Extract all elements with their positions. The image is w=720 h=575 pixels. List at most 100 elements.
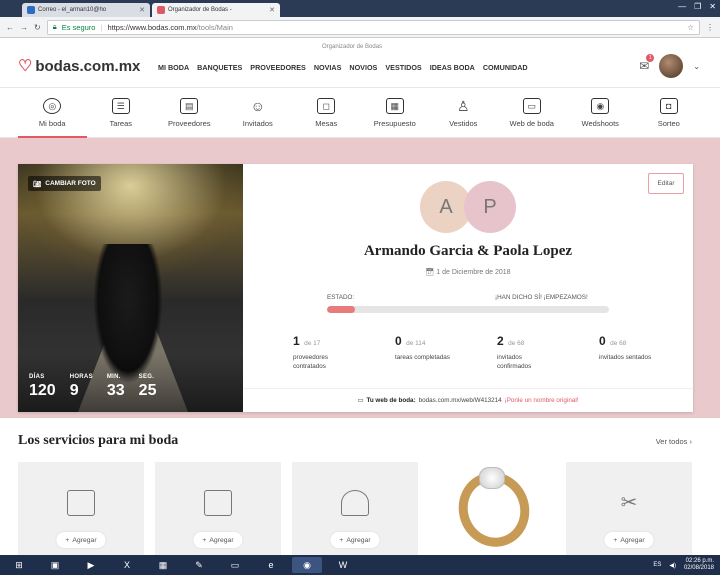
web-icon: ▭ — [522, 98, 541, 114]
nav-item-ideas-boda[interactable]: IDEAS BODA — [430, 63, 475, 72]
close-window-icon[interactable]: ✕ — [709, 2, 716, 11]
browser-tab-bodas[interactable]: Organizador de Bodas - ✕ — [152, 3, 280, 17]
edit-button[interactable]: Editar — [648, 173, 684, 194]
forward-icon[interactable]: → — [20, 23, 28, 32]
word-icon[interactable]: W — [328, 557, 358, 573]
notepad-icon[interactable]: ✎ — [184, 557, 214, 573]
stats-row: 1 de 17 proveedores contratados 0 de 114 t… — [293, 332, 701, 371]
tool-proveedores[interactable]: ▤ Proveedores — [155, 88, 224, 138]
gift-card-icon: ◘ — [659, 98, 678, 114]
nav-item-novios[interactable]: NOVIOS — [349, 63, 377, 72]
maximize-icon[interactable]: ❐ — [694, 2, 701, 11]
stat-total: de 17 — [304, 340, 321, 347]
plus-icon: + — [202, 536, 207, 544]
clock[interactable]: 02:26 p.m. 02/08/2018 — [684, 558, 714, 572]
back-icon[interactable]: ← — [6, 23, 14, 32]
wedding-info: Editar A P Armando Garcia & Paola Lopez … — [243, 164, 693, 412]
tool-vestidos[interactable]: ♙ Vestidos — [429, 88, 498, 138]
nav-item-banquetes[interactable]: BANQUETES — [197, 63, 242, 72]
menu-icon[interactable]: ⋮ — [706, 23, 714, 32]
nav-item-mi-boda[interactable]: MI BODA — [158, 63, 189, 72]
status-label: ESTADO: — [327, 294, 355, 301]
tool-mesas[interactable]: ◻ Mesas — [292, 88, 361, 138]
stat-confirmados[interactable]: 2 de 68 invitados confirmados — [497, 332, 599, 371]
envelope-icon[interactable]: ✉ 1 — [639, 54, 655, 73]
stat-sentados[interactable]: 0 de 68 invitados sentados — [599, 332, 701, 371]
volume-icon[interactable]: ◀) — [669, 562, 676, 569]
header-actions: ✉ 1 ⌄ — [639, 54, 700, 78]
explorer-icon[interactable]: ▣ — [40, 557, 70, 573]
stat-label: invitados confirmados — [497, 354, 532, 370]
media-icon[interactable]: ▶ — [76, 557, 106, 573]
tool-wedshoots[interactable]: ◉ Wedshoots — [566, 88, 635, 138]
tool-label: Presupuesto — [373, 119, 416, 128]
start-icon[interactable]: ⊞ — [4, 557, 34, 573]
system-tray: ES ◀) 02:26 p.m. 02/08/2018 — [653, 558, 720, 572]
tool-sorteo[interactable]: ◘ Sorteo — [635, 88, 704, 138]
countdown-value: 120 — [29, 382, 56, 399]
tool-label: Tareas — [109, 119, 132, 128]
status-text: ¡HAN DICHO SÍ! ¡EMPEZAMOS! — [495, 294, 588, 301]
minimize-icon[interactable]: — — [678, 2, 686, 11]
browser-tabstrip: Correo - el_arman10@ho ✕ Organizador de … — [0, 0, 720, 17]
services-row: + Agregar + Agregar + Agregar ✂ + Agregar — [18, 462, 692, 557]
service-card-tools[interactable]: ✂ + Agregar — [566, 462, 692, 555]
nav-item-novias[interactable]: NOVIAS — [314, 63, 342, 72]
countdown-hours: HORAS 9 — [70, 374, 93, 400]
browser-tab-mail[interactable]: Correo - el_arman10@ho ✕ — [22, 3, 150, 17]
language-indicator[interactable]: ES — [653, 562, 661, 568]
lock-icon: 🔒︎ — [52, 22, 57, 31]
avatar[interactable] — [659, 54, 684, 78]
close-icon[interactable]: ✕ — [269, 6, 275, 14]
logo-text: bodas.com.mx — [35, 57, 141, 75]
url-input[interactable]: 🔒︎ Es seguro | https://www.bodas.com.mx /… — [46, 19, 700, 35]
add-button[interactable]: + Agregar — [193, 532, 243, 548]
service-card-rings[interactable] — [429, 462, 555, 557]
tool-mi-boda[interactable]: ◎ Mi boda — [18, 88, 87, 138]
see-all-link[interactable]: Ver todos › — [656, 437, 692, 446]
add-button[interactable]: + Agregar — [56, 532, 106, 548]
add-button[interactable]: + Agregar — [604, 532, 654, 548]
tab-label: Correo - el_arman10@ho — [38, 7, 107, 13]
web-url[interactable]: bodas.com.mx/web/W413214 — [419, 397, 502, 404]
stat-total: de 68 — [508, 340, 525, 347]
stat-number: 0 — [395, 334, 402, 348]
tool-tareas[interactable]: ☰ Tareas — [87, 88, 156, 138]
wedding-web-row: ▭ Tu web de boda: bodas.com.mx/web/W4132… — [243, 388, 693, 412]
chevron-down-icon[interactable]: ⌄ — [693, 62, 700, 71]
excel-icon[interactable]: X — [112, 557, 142, 573]
progress-fill — [327, 306, 356, 313]
web-cta-link[interactable]: ¡Ponle un nombre original! — [505, 397, 579, 404]
logo[interactable]: ♡ bodas.com.mx — [18, 56, 140, 76]
gifts-icon — [204, 490, 232, 516]
service-card-person[interactable]: + Agregar — [292, 462, 418, 555]
reload-icon[interactable]: ↻ — [34, 23, 41, 32]
calculator-icon: ▦ — [385, 98, 404, 114]
person-icon — [341, 490, 369, 516]
add-button[interactable]: + Agregar — [330, 532, 380, 548]
nav-item-comunidad[interactable]: COMUNIDAD — [483, 63, 528, 72]
service-card-gifts[interactable]: + Agregar — [155, 462, 281, 555]
folder-icon[interactable]: ▭ — [220, 557, 250, 573]
tool-presupuesto[interactable]: ▦ Presupuesto — [361, 88, 430, 138]
star-icon[interactable]: ☆ — [687, 23, 694, 32]
countdown-label: MIN. — [106, 374, 121, 380]
change-photo-button[interactable]: 📷︎ CAMBIAR FOTO — [28, 176, 101, 191]
countdown-days: DÍAS 120 — [29, 374, 56, 400]
nav-item-vestidos[interactable]: VESTIDOS — [385, 63, 421, 72]
nav-item-proveedores[interactable]: PROVEEDORES — [250, 63, 306, 72]
service-card-invitations[interactable]: + Agregar — [18, 462, 144, 555]
app-icon[interactable]: ▦ — [148, 557, 178, 573]
add-label: Agregar — [620, 536, 645, 544]
stat-tareas[interactable]: 0 de 114 tareas completadas — [395, 332, 497, 371]
chrome-icon[interactable]: ◉ — [292, 557, 322, 573]
security-label: Es seguro — [61, 22, 96, 32]
tool-web-de-boda[interactable]: ▭ Web de boda — [498, 88, 567, 138]
close-icon[interactable]: ✕ — [139, 6, 145, 14]
url-base: https://www.bodas.com.mx — [107, 22, 197, 32]
tab-label: Organizador de Bodas - — [168, 7, 232, 13]
ie-icon[interactable]: e — [256, 557, 286, 573]
stat-number: 1 — [293, 334, 300, 348]
tool-invitados[interactable]: ☺ Invitados — [224, 88, 293, 138]
stat-proveedores[interactable]: 1 de 17 proveedores contratados — [293, 332, 395, 371]
